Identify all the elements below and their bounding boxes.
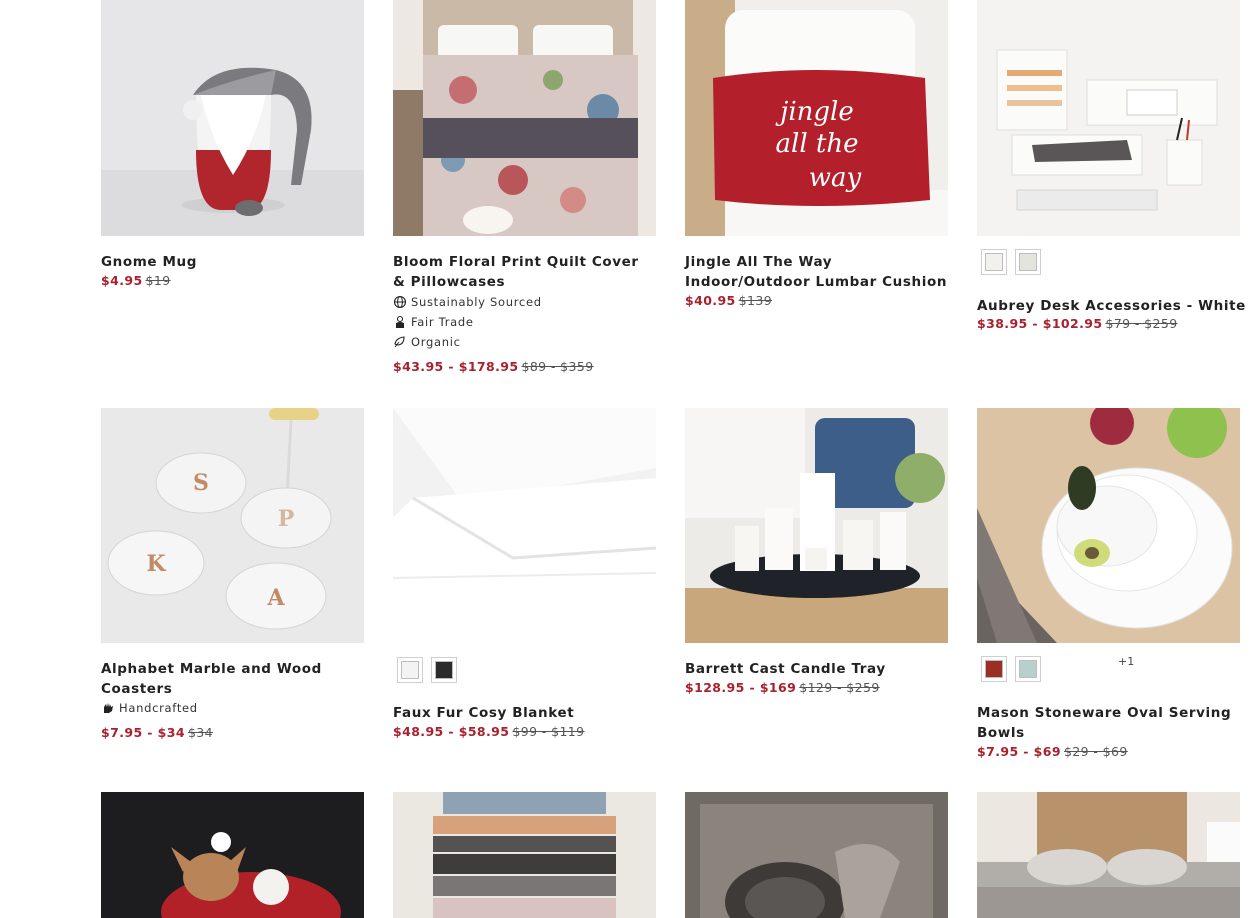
hand-coin-icon — [393, 315, 407, 329]
swatch-color — [1019, 660, 1037, 678]
product-name[interactable]: Faux Fur Cosy Blanket — [393, 703, 656, 723]
svg-text:S: S — [193, 470, 209, 496]
attribute-fair-trade: Fair Trade — [393, 315, 474, 329]
product-price: $7.95 - $34 $34 — [101, 725, 213, 740]
color-swatch[interactable] — [1015, 656, 1041, 682]
product-image[interactable]: jingle all the way — [685, 0, 948, 236]
swatch-color — [1019, 253, 1037, 271]
svg-text:A: A — [266, 585, 285, 611]
swatch-color — [985, 253, 1003, 271]
product-image[interactable] — [977, 0, 1240, 236]
globe-icon — [393, 295, 407, 309]
swatch-color — [435, 661, 453, 679]
more-colors-count[interactable]: +1 — [1118, 655, 1134, 668]
product-price: $40.95 $139 — [685, 293, 772, 308]
original-price: $89 - $359 — [521, 359, 594, 374]
color-swatch[interactable] — [397, 657, 423, 683]
product-price: $4.95 $19 — [101, 273, 171, 288]
original-price: $139 — [738, 293, 773, 308]
hand-icon — [101, 701, 115, 715]
product-price: $38.95 - $102.95 $79 - $259 — [977, 316, 1178, 331]
color-swatch[interactable] — [431, 657, 457, 683]
product-name[interactable]: Barrett Cast Candle Tray — [685, 659, 948, 679]
product-image[interactable] — [685, 408, 948, 643]
svg-text:K: K — [146, 551, 166, 577]
original-price: $129 - $259 — [799, 680, 880, 695]
svg-text:all the: all the — [776, 129, 859, 159]
color-swatch[interactable] — [981, 656, 1007, 682]
product-name[interactable]: Mason Stoneware Oval Serving Bowls — [977, 703, 1240, 743]
original-price: $79 - $259 — [1105, 316, 1178, 331]
sale-price: $7.95 - $34 — [101, 725, 185, 740]
sale-price: $48.95 - $58.95 — [393, 724, 510, 739]
product-price: $7.95 - $69 $29 - $69 — [977, 744, 1128, 759]
product-image[interactable] — [685, 792, 948, 918]
product-price: $128.95 - $169 $129 - $259 — [685, 680, 880, 695]
sale-price: $7.95 - $69 — [977, 744, 1061, 759]
svg-text:way: way — [809, 163, 862, 193]
product-image[interactable] — [101, 0, 364, 236]
leaf-icon — [393, 335, 407, 349]
product-name[interactable]: Aubrey Desk Accessories - White — [977, 296, 1247, 316]
product-image[interactable] — [393, 0, 656, 236]
swatch-color — [985, 660, 1003, 678]
attribute-handcrafted: Handcrafted — [101, 701, 198, 715]
product-name[interactable]: Gnome Mug — [101, 252, 364, 272]
product-image[interactable]: S P K A — [101, 408, 364, 643]
sale-price: $43.95 - $178.95 — [393, 359, 519, 374]
sale-price: $128.95 - $169 — [685, 680, 797, 695]
original-price: $19 — [145, 273, 171, 288]
svg-text:P: P — [278, 506, 295, 532]
color-swatch[interactable] — [1015, 249, 1041, 275]
swatch-color — [401, 661, 419, 679]
sale-price: $4.95 — [101, 273, 143, 288]
product-price: $48.95 - $58.95 $99 - $119 — [393, 724, 585, 739]
sale-price: $40.95 — [685, 293, 736, 308]
product-image[interactable] — [977, 792, 1240, 918]
product-image[interactable] — [977, 408, 1240, 643]
original-price: $99 - $119 — [512, 724, 585, 739]
product-image[interactable] — [101, 792, 364, 918]
product-name[interactable]: Jingle All The Way Indoor/Outdoor Lumbar… — [685, 252, 948, 292]
product-price: $43.95 - $178.95 $89 - $359 — [393, 359, 594, 374]
sale-price: $38.95 - $102.95 — [977, 316, 1103, 331]
original-price: $34 — [187, 725, 213, 740]
attribute-sustainably-sourced: Sustainably Sourced — [393, 295, 542, 309]
color-swatch[interactable] — [981, 249, 1007, 275]
product-name[interactable]: Bloom Floral Print Quilt Cover & Pillowc… — [393, 252, 656, 292]
svg-text:jingle: jingle — [775, 97, 853, 127]
product-image[interactable] — [393, 792, 656, 918]
original-price: $29 - $69 — [1063, 744, 1128, 759]
product-image[interactable] — [393, 408, 656, 643]
attribute-organic: Organic — [393, 335, 461, 349]
product-name[interactable]: Alphabet Marble and Wood Coasters — [101, 659, 364, 699]
